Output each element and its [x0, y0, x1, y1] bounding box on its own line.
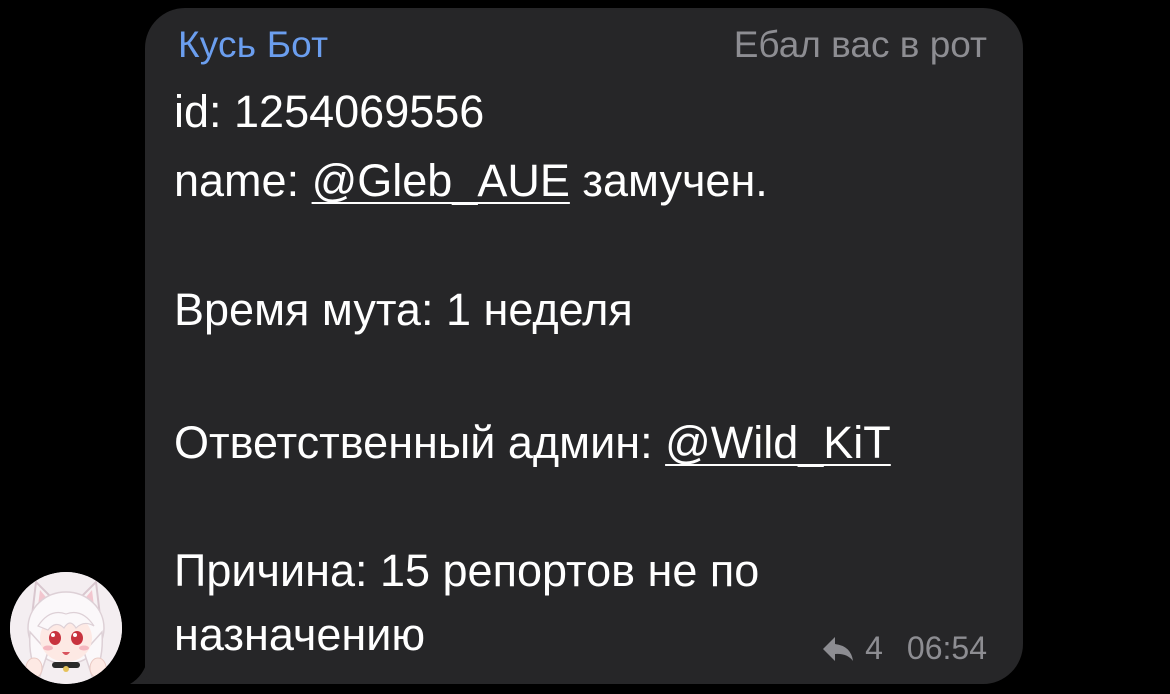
- name-prefix: name:: [174, 155, 312, 206]
- message-meta: 4 06:54: [821, 630, 987, 667]
- reply-arrow-icon[interactable]: [821, 635, 855, 663]
- anime-cat-girl-avatar-icon: [10, 572, 122, 684]
- mute-time-line: Время мута: 1 неделя: [174, 284, 633, 335]
- admin-mention-link[interactable]: @Wild_KiT: [665, 417, 891, 468]
- admin-title: Ебал вас в рот: [733, 24, 987, 65]
- admin-prefix: Ответственный админ:: [174, 417, 666, 468]
- name-suffix: замучен.: [569, 155, 768, 206]
- user-mention-link[interactable]: @Gleb_AUE: [312, 155, 570, 206]
- reason-line-1: Причина: 15 репортов не по: [174, 545, 760, 596]
- message-time: 06:54: [906, 630, 987, 666]
- sender-avatar[interactable]: [10, 572, 122, 684]
- reason-line-2: назначению: [174, 609, 426, 660]
- sender-name[interactable]: Кусь Бот: [178, 24, 328, 66]
- chat-view: Кусь Бот Ебал вас в рот id: 1254069556 n…: [0, 0, 1170, 694]
- admin-line: Ответственный админ: @Wild_KiT: [174, 420, 891, 465]
- reply-count[interactable]: 4: [865, 630, 883, 667]
- id-line: id: 1254069556: [174, 86, 485, 137]
- name-line: name: @Gleb_AUE замучен.: [174, 158, 768, 203]
- message-bubble[interactable]: Кусь Бот Ебал вас в рот id: 1254069556 n…: [145, 8, 1023, 684]
